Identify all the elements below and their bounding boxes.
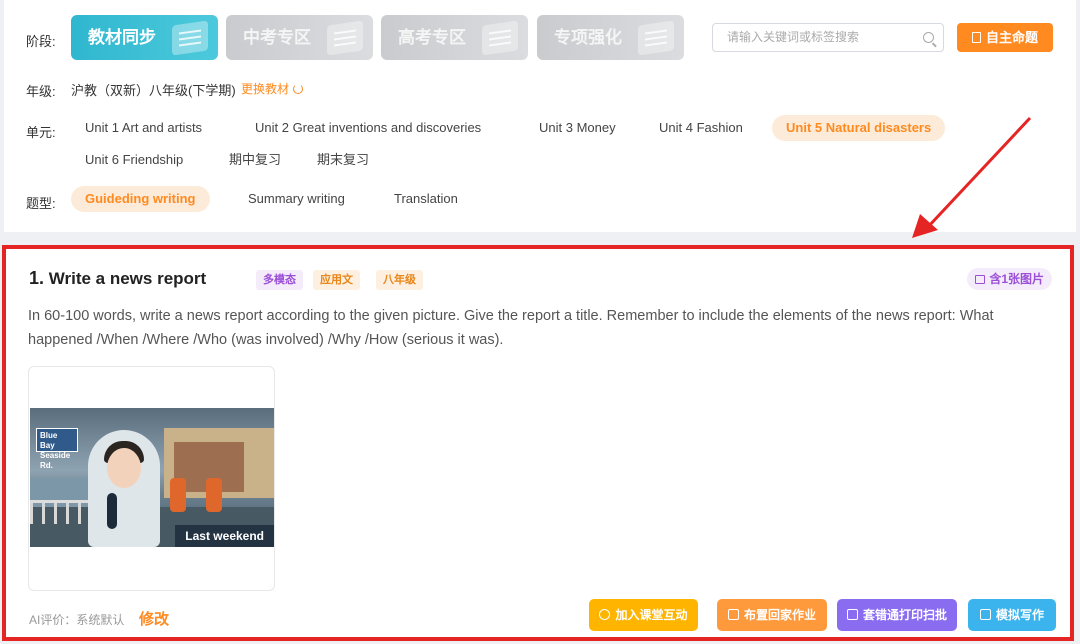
print-scan-button[interactable]: 套错通打印扫批 bbox=[837, 599, 957, 631]
custom-question-label: 自主命题 bbox=[985, 30, 1038, 45]
unit-chip[interactable]: Unit 4 Fashion bbox=[645, 115, 757, 141]
add-to-class-button[interactable]: 加入课堂互动 bbox=[589, 599, 698, 631]
question-type-chip[interactable]: Translation bbox=[380, 186, 472, 212]
tab-label: 中考专区 bbox=[243, 28, 311, 47]
tag-grade: 八年级 bbox=[376, 270, 423, 290]
image-street-sign: Blue Bay Seaside Rd. bbox=[36, 428, 78, 470]
refresh-icon bbox=[293, 84, 304, 94]
document-icon bbox=[971, 32, 981, 43]
scan-icon bbox=[846, 609, 858, 620]
image-icon bbox=[975, 275, 986, 284]
book-icon bbox=[482, 20, 518, 56]
unit-chip[interactable]: Unit 6 Friendship bbox=[71, 147, 197, 173]
tag-multimodal: 多模态 bbox=[256, 270, 303, 290]
custom-question-button[interactable]: 自主命题 bbox=[957, 23, 1053, 52]
unit-chip[interactable]: Unit 2 Great inventions and discoveries bbox=[241, 115, 495, 141]
image-caption: Last weekend bbox=[175, 525, 274, 547]
pen-icon bbox=[979, 609, 991, 620]
question-type-label: 题型: bbox=[26, 196, 56, 211]
tab-middle-exam[interactable]: 中考专区 bbox=[226, 15, 373, 60]
sign-line-2: Seaside Rd. bbox=[40, 451, 71, 470]
image-reporter-face bbox=[107, 448, 141, 488]
tag-practical: 应用文 bbox=[313, 270, 360, 290]
search-input[interactable]: 请输入关键词或标签搜索 bbox=[712, 23, 944, 52]
image-rescuer bbox=[170, 478, 186, 512]
unit-chip[interactable]: Unit 1 Art and artists bbox=[71, 115, 216, 141]
image-count-badge[interactable]: 含1张图片 bbox=[967, 268, 1052, 290]
question-number: 1. bbox=[29, 268, 45, 288]
question-image[interactable]: Blue Bay Seaside Rd. Last weekend bbox=[30, 408, 274, 547]
book-icon bbox=[172, 20, 208, 56]
ai-eval-label: AI评价：系统默认 bbox=[29, 613, 125, 627]
assign-homework-button[interactable]: 布置回家作业 bbox=[717, 599, 827, 631]
tab-textbook-sync[interactable]: 教材同步 bbox=[71, 15, 218, 60]
unit-label: 单元: bbox=[26, 125, 56, 140]
question-image-frame[interactable]: Blue Bay Seaside Rd. Last weekend bbox=[28, 366, 275, 591]
question-card: 1. Write a news report 多模态 应用文 八年级 含1张图片… bbox=[2, 245, 1074, 641]
sign-line-1: Blue Bay bbox=[40, 431, 58, 450]
image-count-label: 含1张图片 bbox=[989, 272, 1044, 286]
change-textbook-link[interactable]: 更换教材 bbox=[241, 80, 304, 97]
play-circle-icon bbox=[599, 609, 611, 620]
mock-writing-button[interactable]: 模拟写作 bbox=[968, 599, 1056, 631]
stage-label: 阶段: bbox=[26, 34, 56, 49]
question-title: 1. Write a news report bbox=[29, 268, 206, 289]
book-icon bbox=[327, 20, 363, 56]
print-scan-label: 套错通打印扫批 bbox=[862, 608, 947, 622]
unit-chip[interactable]: 期末复习 bbox=[303, 147, 383, 173]
question-body: In 60-100 words, write a news report acc… bbox=[28, 308, 994, 348]
assign-homework-label: 布置回家作业 bbox=[743, 608, 816, 622]
question-type-chip[interactable]: Summary writing bbox=[234, 186, 359, 212]
tab-label: 专项强化 bbox=[554, 28, 622, 47]
change-textbook-label: 更换教材 bbox=[241, 82, 290, 96]
homework-icon bbox=[727, 609, 739, 620]
book-icon bbox=[638, 20, 674, 56]
image-microphone bbox=[107, 493, 117, 529]
grade-label: 年级: bbox=[26, 84, 56, 99]
tab-special-training[interactable]: 专项强化 bbox=[537, 15, 684, 60]
search-icon[interactable] bbox=[923, 32, 934, 43]
search-placeholder: 请输入关键词或标签搜索 bbox=[727, 30, 860, 44]
add-to-class-label: 加入课堂互动 bbox=[615, 608, 688, 622]
grade-value: 沪教（双新）八年级(下学期) bbox=[71, 83, 236, 98]
mock-writing-label: 模拟写作 bbox=[995, 608, 1044, 622]
tab-label: 高考专区 bbox=[398, 28, 466, 47]
tab-college-exam[interactable]: 高考专区 bbox=[381, 15, 528, 60]
unit-chip[interactable]: 期中复习 bbox=[215, 147, 295, 173]
question-title-text: Write a news report bbox=[48, 269, 207, 288]
ai-eval-edit-link[interactable]: 修改 bbox=[139, 608, 169, 629]
question-type-chip-active[interactable]: Guideding writing bbox=[71, 186, 210, 212]
image-rescuer bbox=[206, 478, 222, 512]
tab-label: 教材同步 bbox=[88, 28, 156, 47]
unit-chip-active[interactable]: Unit 5 Natural disasters bbox=[772, 115, 946, 141]
unit-chip[interactable]: Unit 3 Money bbox=[525, 115, 630, 141]
